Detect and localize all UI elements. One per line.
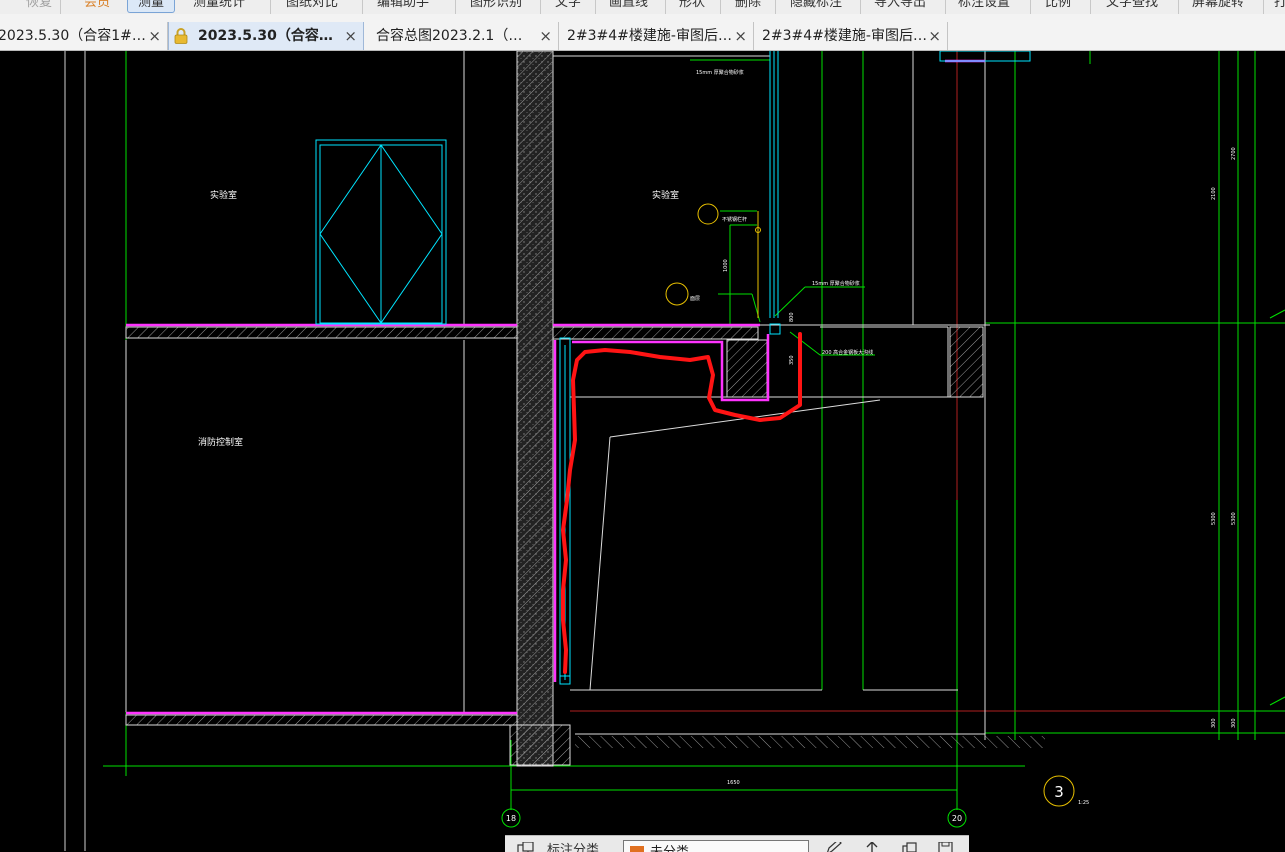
tab-label: 2023.5.30（合容…: [198, 28, 333, 44]
menu-item[interactable]: 测量统计: [193, 0, 245, 14]
document-tab-bar: 2023.5.30（合容1#… × 2023.5.30（合容… × 合容总图20…: [0, 22, 1285, 51]
category-color-swatch: [630, 846, 644, 852]
room-labels: 实验室 实验室 消防控制室: [198, 189, 679, 448]
menu-item[interactable]: 文字查找: [1106, 0, 1158, 14]
menu-separator: [720, 0, 721, 14]
menu-separator: [595, 0, 596, 14]
menu-item[interactable]: 恢复: [26, 0, 52, 14]
top-toolbar: 恢复 会员 测量 测量统计 图纸对比 编辑助手 图形识别 文字 画直线 形状 删除 隐藏标注 导入导出 标…: [0, 0, 1285, 15]
menu-item[interactable]: 打: [1274, 0, 1285, 14]
menu-item[interactable]: 图纸对比: [286, 0, 338, 14]
tab-document-1[interactable]: 2023.5.30（合容1#… ×: [0, 22, 168, 50]
dimension-value: 5300: [1231, 512, 1237, 525]
dimension-value: 300: [1231, 718, 1237, 728]
dimension-values: 1000 800 350 2700 2100 300 300 5300 5300: [723, 147, 1237, 728]
upper-floor-slab: [125, 326, 518, 339]
cad-drawing-canvas[interactable]: 实验室 实验室 消防控制室 15mm 厚聚合物砂浆 15mm 厚聚合物砂浆 不锈…: [0, 51, 1285, 851]
overall-dimension: 1650: [727, 780, 740, 786]
green-grid-lines: [103, 51, 1285, 810]
tab-document-2[interactable]: 2023.5.30（合容… ×: [168, 22, 364, 50]
close-icon[interactable]: ×: [539, 22, 552, 50]
detail-scale: 1:25: [1078, 800, 1089, 806]
tab-label: 合容总图2023.2.1（…: [376, 28, 523, 44]
dimension-value: 350: [789, 355, 795, 365]
structure-outlines: [125, 51, 990, 740]
room-label-fire-control: 消防控制室: [198, 436, 243, 448]
close-icon[interactable]: ×: [344, 22, 357, 50]
menu-item[interactable]: 文字: [555, 0, 581, 14]
red-reference-lines: [570, 51, 1170, 712]
menu-item[interactable]: 比例: [1045, 0, 1071, 14]
gridline-bubbles: 18 20: [501, 808, 967, 828]
category-selected-value: 未分类: [650, 841, 689, 852]
tabbar-gap: [0, 14, 1285, 22]
menu-item[interactable]: 隐藏标注: [790, 0, 842, 14]
menu-item[interactable]: 图形识别: [470, 0, 522, 14]
dimension-value: 1000: [723, 259, 729, 272]
gridline-label: 18: [506, 814, 516, 823]
wall-base: [509, 724, 571, 766]
dimension-value: 5300: [1211, 512, 1217, 525]
menu-item[interactable]: 形状: [679, 0, 705, 14]
menu-separator: [362, 0, 363, 14]
lock-icon: [174, 28, 188, 44]
dimension-value: 2700: [1231, 147, 1237, 160]
detail-number: 3: [1054, 783, 1064, 801]
dimension-value: 300: [1211, 718, 1217, 728]
annotation-text: 200 高合金钢板大沟线: [822, 349, 873, 356]
menu-item[interactable]: 删除: [735, 0, 761, 14]
annotation-text: 15mm 厚聚合物砂浆: [696, 69, 744, 76]
room-label-lab-left: 实验室: [210, 189, 237, 201]
annotation-text: 不锈钢栏杆: [722, 216, 747, 223]
category-label: 标注分类: [547, 843, 600, 852]
menu-separator: [945, 0, 946, 14]
menu-separator: [270, 0, 271, 14]
menu-item[interactable]: 测量: [127, 0, 176, 13]
hatch-dots: [517, 51, 553, 766]
tab-document-4[interactable]: 2#3#4#楼建施-审图后… ×: [559, 22, 754, 50]
gridline-label: 20: [952, 814, 962, 823]
category-select[interactable]: 未分类: [623, 840, 809, 852]
lower-floor-slab: [125, 714, 518, 726]
close-icon[interactable]: ×: [928, 22, 941, 50]
menu-separator: [860, 0, 861, 14]
room-label-lab-right: 实验室: [652, 189, 679, 201]
menu-item[interactable]: 屏幕旋转: [1192, 0, 1244, 14]
cyan-doors-windows: [315, 51, 1031, 685]
tab-label: 2023.5.30（合容1#…: [0, 28, 146, 44]
close-icon[interactable]: ×: [734, 22, 747, 50]
menu-item[interactable]: 导入导出: [874, 0, 926, 14]
tab-document-5[interactable]: 2#3#4#楼建施-审图后… ×: [754, 22, 948, 50]
annotation-text: 15mm 厚聚合物砂浆: [812, 280, 860, 287]
menu-separator: [1030, 0, 1031, 14]
menu-separator: [1178, 0, 1179, 14]
menu-separator: [1090, 0, 1091, 14]
tab-label: 2#3#4#楼建施-审图后…: [762, 28, 927, 44]
close-icon[interactable]: ×: [148, 22, 161, 50]
annotation-text: 面层: [690, 296, 700, 302]
menu-item[interactable]: 标注设置: [958, 0, 1010, 14]
menu-separator: [60, 0, 61, 14]
menu-separator: [665, 0, 666, 14]
menu-separator: [775, 0, 776, 14]
dimension-value: 800: [789, 312, 795, 322]
detail-marker: 3 1:25: [1054, 783, 1089, 806]
beam-block: [726, 339, 768, 398]
menu-item[interactable]: 编辑助手: [377, 0, 429, 14]
menu-separator: [455, 0, 456, 14]
dimension-value: 2100: [1211, 187, 1217, 200]
ground-hatch: [575, 736, 1045, 748]
tab-label: 2#3#4#楼建施-审图后…: [567, 28, 732, 44]
upper-floor-slab-right: [552, 326, 759, 340]
menu-item[interactable]: 画直线: [609, 0, 648, 14]
menu-item[interactable]: 会员: [84, 0, 110, 14]
tab-document-3[interactable]: 合容总图2023.2.1（… ×: [364, 22, 559, 50]
column-block-right: [949, 326, 984, 398]
annotation-category-toolbar: 标注分类 未分类: [505, 835, 969, 852]
left-frame-lines: [64, 51, 86, 851]
menu-separator: [540, 0, 541, 14]
menu-separator: [1263, 0, 1264, 14]
magenta-finish-lines: [126, 59, 985, 715]
